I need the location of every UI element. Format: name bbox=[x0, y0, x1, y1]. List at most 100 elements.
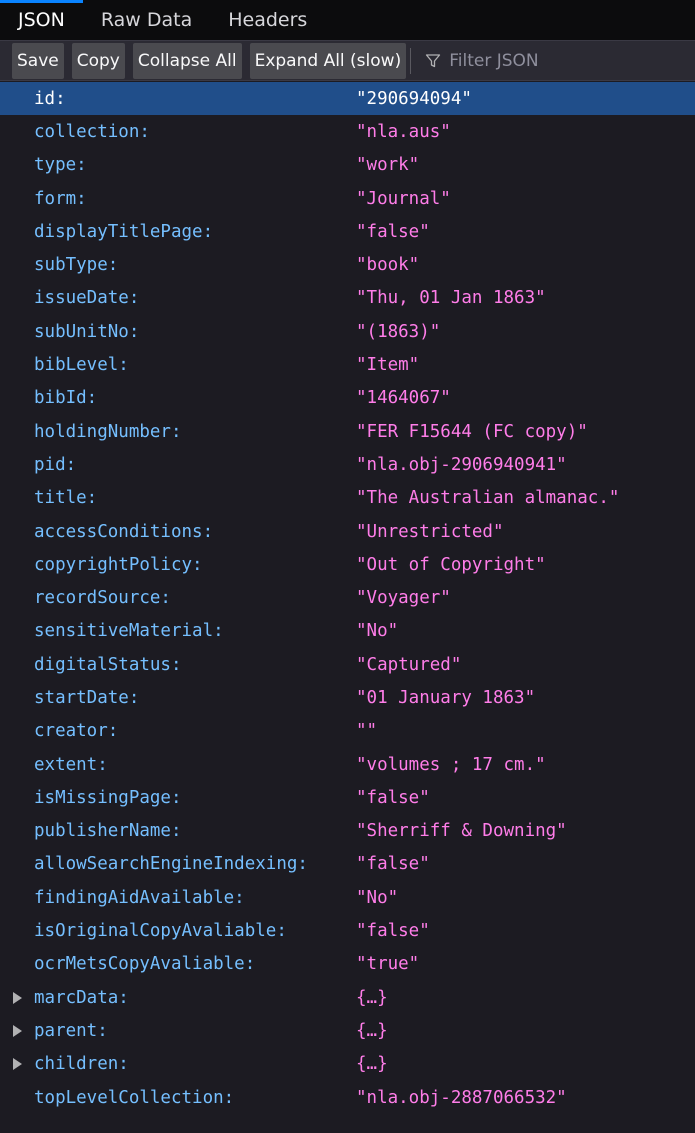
json-toolbar: Save Copy Collapse All Expand All (slow) bbox=[0, 41, 695, 81]
json-key: collection: bbox=[34, 121, 150, 142]
filter-json-input[interactable] bbox=[449, 50, 670, 71]
json-row[interactable]: sensitiveMaterial: "No" bbox=[0, 615, 695, 648]
filter-box bbox=[425, 50, 670, 71]
json-key: displayTitlePage: bbox=[34, 221, 214, 242]
json-row[interactable]: ocrMetsCopyAvaliable: "true" bbox=[0, 948, 695, 981]
json-key: isOriginalCopyAvaliable: bbox=[34, 921, 287, 942]
json-value: "true" bbox=[356, 954, 420, 975]
json-value: {…} bbox=[356, 1020, 388, 1041]
json-value: "01 January 1863" bbox=[356, 687, 536, 708]
tab-bar: JSON Raw Data Headers bbox=[0, 0, 695, 41]
tab-headers[interactable]: Headers bbox=[210, 0, 325, 40]
json-row[interactable]: startDate: "01 January 1863" bbox=[0, 681, 695, 714]
json-value: {…} bbox=[356, 987, 388, 1008]
json-value: "Captured" bbox=[356, 654, 462, 675]
json-key: isMissingPage: bbox=[34, 787, 182, 808]
json-key: marcData: bbox=[34, 987, 129, 1008]
json-key: bibId: bbox=[34, 388, 98, 409]
json-row[interactable]: isOriginalCopyAvaliable: "false" bbox=[0, 914, 695, 947]
json-key: creator: bbox=[34, 721, 119, 742]
json-row[interactable]: recordSource: "Voyager" bbox=[0, 581, 695, 614]
json-row[interactable]: digitalStatus: "Captured" bbox=[0, 648, 695, 681]
json-row[interactable]: type: "work" bbox=[0, 149, 695, 182]
json-row[interactable]: accessConditions: "Unrestricted" bbox=[0, 515, 695, 548]
json-value: "Thu, 01 Jan 1863" bbox=[356, 288, 546, 309]
json-value: "Sherriff & Downing" bbox=[356, 821, 567, 842]
json-value: "Unrestricted" bbox=[356, 521, 504, 542]
tab-raw-data[interactable]: Raw Data bbox=[83, 0, 210, 40]
json-key: parent: bbox=[34, 1020, 108, 1041]
json-value: "false" bbox=[356, 921, 430, 942]
json-row[interactable]: allowSearchEngineIndexing: "false" bbox=[0, 848, 695, 881]
json-value: "false" bbox=[356, 221, 430, 242]
collapse-all-button[interactable]: Collapse All bbox=[132, 42, 242, 79]
json-row[interactable]: creator: "" bbox=[0, 715, 695, 748]
json-key: extent: bbox=[34, 754, 108, 775]
json-row[interactable]: title: "The Australian almanac." bbox=[0, 482, 695, 515]
json-value: "The Australian almanac." bbox=[356, 488, 620, 509]
json-key: holdingNumber: bbox=[34, 421, 182, 442]
json-value: "false" bbox=[356, 854, 430, 875]
json-key: allowSearchEngineIndexing: bbox=[34, 854, 308, 875]
json-row[interactable]: form: "Journal" bbox=[0, 182, 695, 215]
json-row[interactable]: topLevelCollection: "nla.obj-2887066532" bbox=[0, 1081, 695, 1114]
json-key: type: bbox=[34, 155, 87, 176]
json-key: copyrightPolicy: bbox=[34, 554, 203, 575]
json-value: "nla.obj-2887066532" bbox=[356, 1087, 567, 1108]
json-value: "" bbox=[356, 721, 378, 742]
json-row[interactable]: pid: "nla.obj-2906940941" bbox=[0, 448, 695, 481]
save-button[interactable]: Save bbox=[12, 42, 64, 79]
json-key: bibLevel: bbox=[34, 355, 129, 376]
json-row[interactable]: isMissingPage: "false" bbox=[0, 781, 695, 814]
json-value: "FER F15644 (FC copy)" bbox=[356, 421, 588, 442]
json-value: "No" bbox=[356, 887, 399, 908]
json-key: ocrMetsCopyAvaliable: bbox=[34, 954, 256, 975]
json-value: "book" bbox=[356, 255, 420, 276]
json-row[interactable]: bibLevel: "Item" bbox=[0, 348, 695, 381]
copy-button[interactable]: Copy bbox=[71, 42, 125, 79]
json-row[interactable]: holdingNumber: "FER F15644 (FC copy)" bbox=[0, 415, 695, 448]
json-row[interactable]: copyrightPolicy: "Out of Copyright" bbox=[0, 548, 695, 581]
json-row[interactable]: collection: "nla.aus" bbox=[0, 115, 695, 148]
json-value: "Item" bbox=[356, 355, 420, 376]
json-key: recordSource: bbox=[34, 588, 171, 609]
json-value: "volumes ; 17 cm." bbox=[356, 754, 546, 775]
tab-json[interactable]: JSON bbox=[0, 0, 83, 40]
json-row[interactable]: children: {…} bbox=[0, 1048, 695, 1081]
json-value: "Journal" bbox=[356, 188, 451, 209]
funnel-icon bbox=[426, 53, 441, 67]
json-row[interactable]: id: "290694094" bbox=[0, 82, 695, 116]
json-key: accessConditions: bbox=[34, 521, 214, 542]
json-row[interactable]: extent: "volumes ; 17 cm." bbox=[0, 748, 695, 781]
expand-arrow-icon[interactable] bbox=[13, 1058, 22, 1071]
json-value: "Out of Copyright" bbox=[356, 554, 546, 575]
json-row[interactable]: displayTitlePage: "false" bbox=[0, 215, 695, 248]
json-value: "1464067" bbox=[356, 388, 451, 409]
json-key: issueDate: bbox=[34, 288, 140, 309]
expand-all-button[interactable]: Expand All (slow) bbox=[249, 42, 407, 79]
json-row[interactable]: bibId: "1464067" bbox=[0, 382, 695, 415]
json-value: "Voyager" bbox=[356, 588, 451, 609]
json-key: subUnitNo: bbox=[34, 321, 140, 342]
json-key: topLevelCollection: bbox=[34, 1087, 235, 1108]
json-row[interactable]: issueDate: "Thu, 01 Jan 1863" bbox=[0, 282, 695, 315]
json-value: "nla.obj-2906940941" bbox=[356, 454, 567, 475]
json-value: "nla.aus" bbox=[356, 121, 451, 142]
json-row[interactable]: marcData: {…} bbox=[0, 981, 695, 1014]
json-key: children: bbox=[34, 1054, 129, 1075]
json-tree: id: "290694094" collection: "nla.aus" type: "… bbox=[0, 82, 695, 1114]
json-value: "false" bbox=[356, 787, 430, 808]
json-key: publisherName: bbox=[34, 821, 182, 842]
json-value: "No" bbox=[356, 621, 399, 642]
json-value: "work" bbox=[356, 155, 420, 176]
json-row[interactable]: subType: "book" bbox=[0, 248, 695, 281]
expand-arrow-icon[interactable] bbox=[13, 991, 22, 1004]
json-row[interactable]: findingAidAvailable: "No" bbox=[0, 881, 695, 914]
json-key: subType: bbox=[34, 255, 119, 276]
json-key: findingAidAvailable: bbox=[34, 887, 245, 908]
json-row[interactable]: publisherName: "Sherriff & Downing" bbox=[0, 815, 695, 848]
json-row[interactable]: subUnitNo: "(1863)" bbox=[0, 315, 695, 348]
json-value: {…} bbox=[356, 1054, 388, 1075]
expand-arrow-icon[interactable] bbox=[13, 1024, 22, 1037]
json-row[interactable]: parent: {…} bbox=[0, 1014, 695, 1047]
